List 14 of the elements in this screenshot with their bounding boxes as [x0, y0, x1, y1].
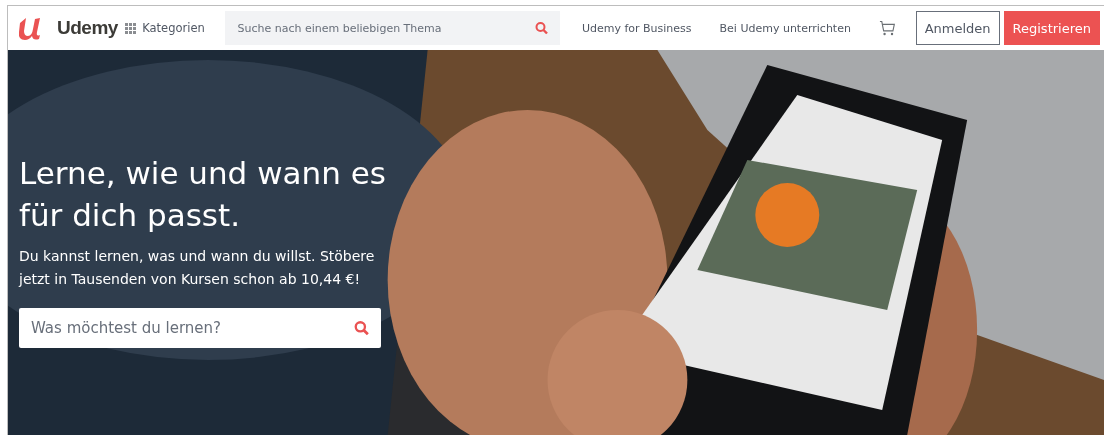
- nav-link[interactable]: Bei Udemy unterrichten: [719, 21, 851, 35]
- nav-link[interactable]: Udemy for Business: [581, 21, 692, 35]
- hero-text: Du kannst lernen, was und wann du willst. Stöbere jetzt in Tausenden von Kursen schon ab 10,44 €!: [19, 247, 376, 289]
- categories-button[interactable]: Kategorien: [119, 21, 226, 35]
- cart-icon[interactable]: [878, 19, 896, 37]
- login-button[interactable]: Anmelden: [915, 11, 1000, 45]
- search-icon: [534, 21, 548, 35]
- search-field[interactable]: Suche nach einem beliebigen Thema: [225, 11, 560, 45]
- hero-title: Lerne, wie und wann es für dich passt.: [19, 154, 387, 235]
- course-search-field[interactable]: Was möchtest du lernen?: [19, 308, 381, 348]
- logo-text[interactable]: Udemy: [57, 17, 118, 39]
- grid-icon: [125, 22, 137, 34]
- register-button[interactable]: Registrieren: [1003, 11, 1100, 45]
- search-icon: [354, 320, 369, 336]
